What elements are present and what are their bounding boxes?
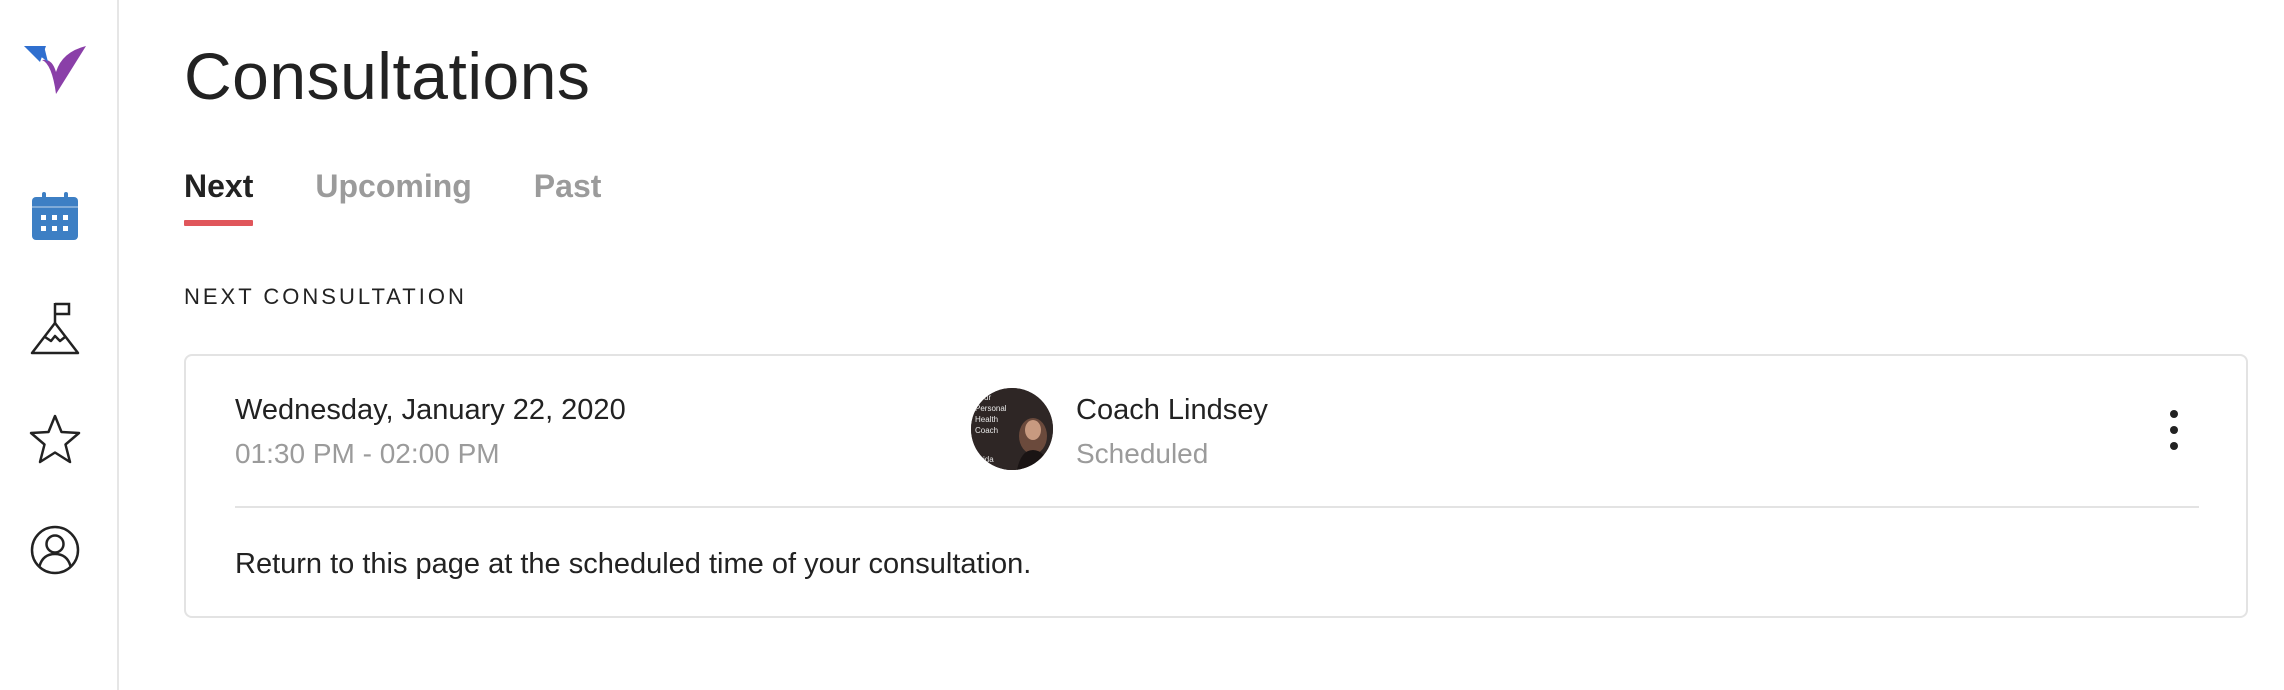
tab-upcoming[interactable]: Upcoming (315, 168, 471, 230)
sidebar-item-profile[interactable] (22, 519, 88, 585)
card-divider (235, 506, 2199, 508)
more-options-icon (2170, 410, 2178, 418)
consultation-date: Wednesday, January 22, 2020 (235, 394, 626, 426)
consultation-note: Return to this page at the scheduled tim… (235, 548, 1032, 580)
avatar-text-line-3: Health (975, 415, 998, 424)
page-title: Consultations (184, 39, 591, 113)
section-label: NEXT CONSULTATION (184, 284, 467, 309)
coach-avatar: Your Personal Health Coach vida (971, 388, 1053, 470)
consultation-tabs: Next Upcoming Past (184, 168, 663, 230)
avatar-text-line-4: Coach (975, 426, 998, 435)
tab-next[interactable]: Next (184, 168, 254, 230)
coach-name: Coach Lindsey (1076, 394, 1268, 426)
calendar-icon (31, 191, 79, 246)
more-options-button[interactable] (2156, 408, 2192, 452)
sidebar (0, 0, 119, 690)
user-profile-icon (30, 525, 80, 580)
main-content: Consultations Next Upcoming Past NEXT CO… (184, 0, 2248, 690)
tab-past[interactable]: Past (534, 168, 602, 230)
mountain-flag-icon (30, 301, 80, 360)
brand-logo[interactable] (22, 42, 90, 96)
avatar-text-line-2: Personal (975, 404, 1007, 413)
sidebar-item-favorites[interactable] (22, 408, 88, 474)
avatar-text-line-5: vida (979, 455, 994, 464)
consultation-card: Wednesday, January 22, 2020 01:30 PM - 0… (184, 354, 2248, 618)
consultation-time: 01:30 PM - 02:00 PM (235, 438, 500, 469)
consultation-status: Scheduled (1076, 438, 1209, 469)
star-icon (29, 414, 81, 469)
sidebar-item-goals[interactable] (22, 297, 88, 363)
sidebar-item-consultations[interactable] (22, 185, 88, 251)
avatar-text-line-1: Your (975, 393, 992, 402)
